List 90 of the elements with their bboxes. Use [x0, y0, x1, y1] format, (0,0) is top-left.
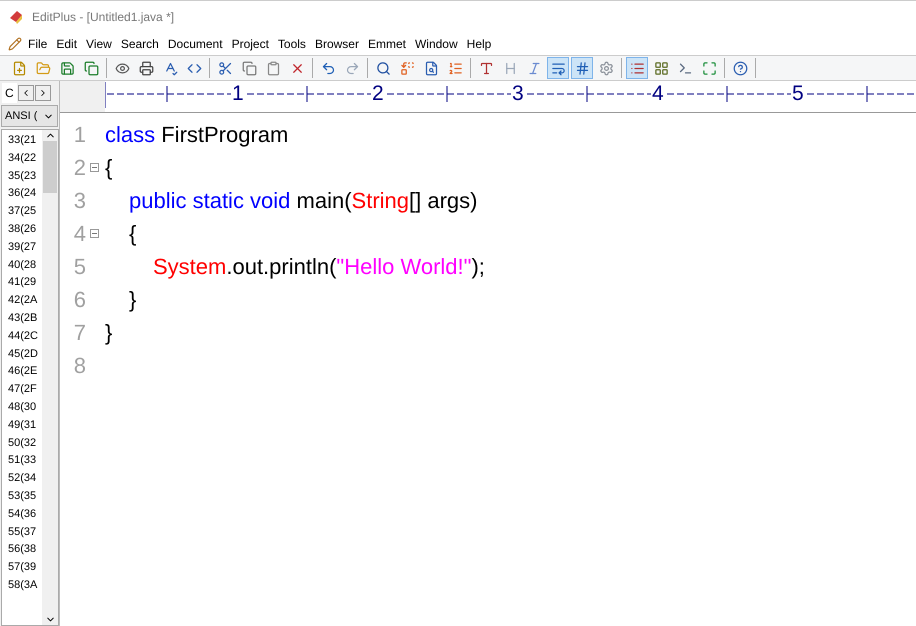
new-file-icon: [12, 60, 26, 76]
copy-icon: [242, 60, 256, 76]
character-list-item[interactable]: 37(25: [2, 203, 42, 221]
clipboard-icon: [266, 60, 280, 76]
character-list-item[interactable]: 58(3A: [2, 576, 42, 595]
panel-tab[interactable]: C: [2, 83, 17, 103]
character-list-item[interactable]: 42(2A: [2, 292, 42, 310]
grid-window-icon: [654, 60, 668, 76]
search-icon: [376, 60, 390, 76]
character-list-item[interactable]: 40(28: [2, 256, 42, 274]
line-number: 3: [72, 187, 87, 215]
tab-scroll-left-button[interactable]: [18, 85, 34, 101]
character-list-item[interactable]: 48(30: [2, 398, 42, 417]
pencil-icon: [8, 37, 22, 51]
menu-item[interactable]: Edit: [53, 35, 80, 53]
character-list-item[interactable]: 38(26: [2, 220, 42, 239]
save-icon: [60, 60, 74, 76]
menu-item[interactable]: Document: [164, 35, 226, 53]
code-line: }: [128, 286, 136, 314]
scissors-icon: [218, 60, 232, 76]
character-list-item[interactable]: 34(22: [2, 150, 42, 168]
menu-item[interactable]: View: [83, 35, 115, 53]
line-number: 1: [72, 121, 87, 149]
line-number-icon: [574, 60, 590, 76]
encoding-dropdown[interactable]: ANSI (: [1, 105, 58, 127]
folder-icon: [36, 60, 50, 76]
character-list-item[interactable]: 55(37: [2, 524, 42, 542]
code-line: class FirstProgram: [105, 121, 288, 149]
wrap-icon: [550, 60, 566, 76]
line-number: 8: [72, 352, 87, 380]
scrollbar-thumb[interactable]: [43, 141, 57, 193]
output-window-icon: [678, 60, 692, 76]
character-list-item[interactable]: 33(21: [2, 132, 42, 150]
line-number: 7: [72, 319, 87, 347]
fold-marker-icon[interactable]: [90, 229, 99, 238]
character-list-item[interactable]: 52(34: [2, 470, 42, 488]
menu-item[interactable]: Browser: [312, 35, 362, 53]
line-number: 6: [72, 286, 87, 314]
character-list-item[interactable]: 39(27: [2, 238, 42, 257]
save-all-icon: [84, 60, 98, 76]
menu-item[interactable]: Tools: [274, 35, 309, 53]
menu-item[interactable]: Search: [118, 35, 162, 53]
font-icon: [478, 60, 494, 76]
character-list-item[interactable]: 43(2B: [2, 310, 42, 328]
settings-icon: [598, 60, 614, 76]
numbered-list-icon: [448, 60, 462, 76]
character-list-item[interactable]: 51(33: [2, 452, 42, 470]
character-list-item[interactable]: 45(2D: [2, 346, 42, 364]
italic-icon: [526, 60, 542, 76]
character-list-item[interactable]: 54(36: [2, 506, 42, 524]
code-line: {: [105, 154, 112, 182]
code-line: }: [105, 319, 112, 347]
character-list-item[interactable]: 49(31: [2, 416, 42, 435]
character-list-item[interactable]: 35(23: [2, 168, 42, 186]
character-list-item[interactable]: 50(32: [2, 434, 42, 452]
preview-icon: [114, 60, 130, 76]
printer-icon: [138, 60, 154, 76]
toolbar-button[interactable]: [547, 57, 569, 79]
window-title: EditPlus - [Untitled1.java *]: [32, 9, 174, 26]
tab-scroll-right-button[interactable]: [34, 85, 51, 101]
help-icon: [732, 60, 748, 76]
list-window-icon: [630, 60, 644, 76]
undo-icon: [320, 60, 336, 76]
character-list-item[interactable]: 53(35: [2, 488, 42, 506]
replace-icon: [400, 60, 414, 76]
character-list-item[interactable]: 41(29: [2, 274, 42, 292]
toolbar-button[interactable]: [626, 57, 648, 79]
file-search-icon: [424, 60, 438, 76]
code-line: {: [128, 220, 136, 248]
character-list-item[interactable]: 56(38: [2, 541, 42, 560]
redo-icon: [344, 60, 360, 76]
app-logo-icon: [8, 9, 24, 25]
menu-item[interactable]: Project: [228, 35, 272, 53]
line-number: 2: [72, 154, 87, 182]
code-line: System.out.println("Hello World!");: [152, 253, 485, 281]
character-list-item[interactable]: 47(2F: [2, 381, 42, 399]
menu-item[interactable]: Emmet: [364, 35, 409, 53]
line-number: 5: [72, 253, 87, 281]
character-list-item[interactable]: 46(2E: [2, 363, 42, 382]
menu-item[interactable]: Window: [412, 35, 461, 53]
fold-marker-icon[interactable]: [90, 163, 99, 172]
character-list-item[interactable]: 57(39: [2, 559, 42, 577]
line-number: 4: [72, 220, 87, 248]
fullscreen-icon: [702, 60, 716, 76]
character-list-item[interactable]: 44(2C: [2, 328, 42, 346]
character-list-item[interactable]: 36(24: [2, 185, 42, 204]
menu-item[interactable]: File: [25, 35, 50, 53]
menu-item[interactable]: Help: [464, 35, 494, 53]
code-line: public static void main(String[] args): [128, 187, 478, 215]
toolbar-button[interactable]: [571, 57, 593, 79]
